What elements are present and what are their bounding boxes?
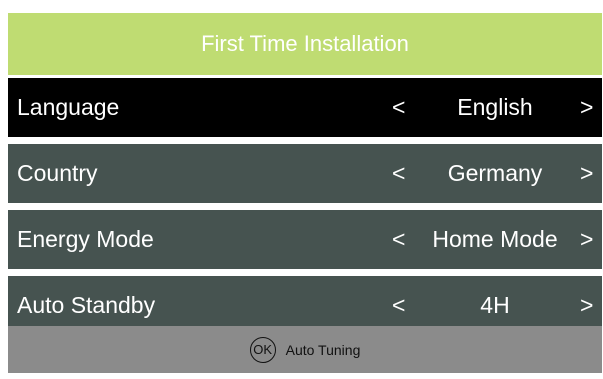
menu-item-value: English <box>457 94 533 120</box>
ok-button-icon: OK <box>249 336 276 363</box>
menu-item-label: Country <box>17 160 98 186</box>
arrow-left-icon[interactable]: < <box>392 78 405 137</box>
menu-item-country[interactable]: Country < Germany > <box>8 144 602 203</box>
menu-item-label: Language <box>17 94 120 120</box>
arrow-right-icon[interactable]: > <box>580 210 593 269</box>
installation-screen: First Time Installation Language < Engli… <box>8 13 602 373</box>
footer-hint-label: Auto Tuning <box>285 341 361 358</box>
menu-item-energy-mode[interactable]: Energy Mode < Home Mode > <box>8 210 602 269</box>
arrow-left-icon[interactable]: < <box>392 210 405 269</box>
menu-item-value: Home Mode <box>432 226 558 252</box>
menu-item-language[interactable]: Language < English > <box>8 78 602 137</box>
arrow-right-icon[interactable]: > <box>580 144 593 203</box>
arrow-left-icon[interactable]: < <box>392 144 405 203</box>
footer-hint-bar: OK Auto Tuning <box>8 326 602 373</box>
menu-item-label: Energy Mode <box>17 226 154 252</box>
page-title: First Time Installation <box>8 13 602 75</box>
menu-item-value: Germany <box>447 160 543 186</box>
arrow-right-icon[interactable]: > <box>580 78 593 137</box>
